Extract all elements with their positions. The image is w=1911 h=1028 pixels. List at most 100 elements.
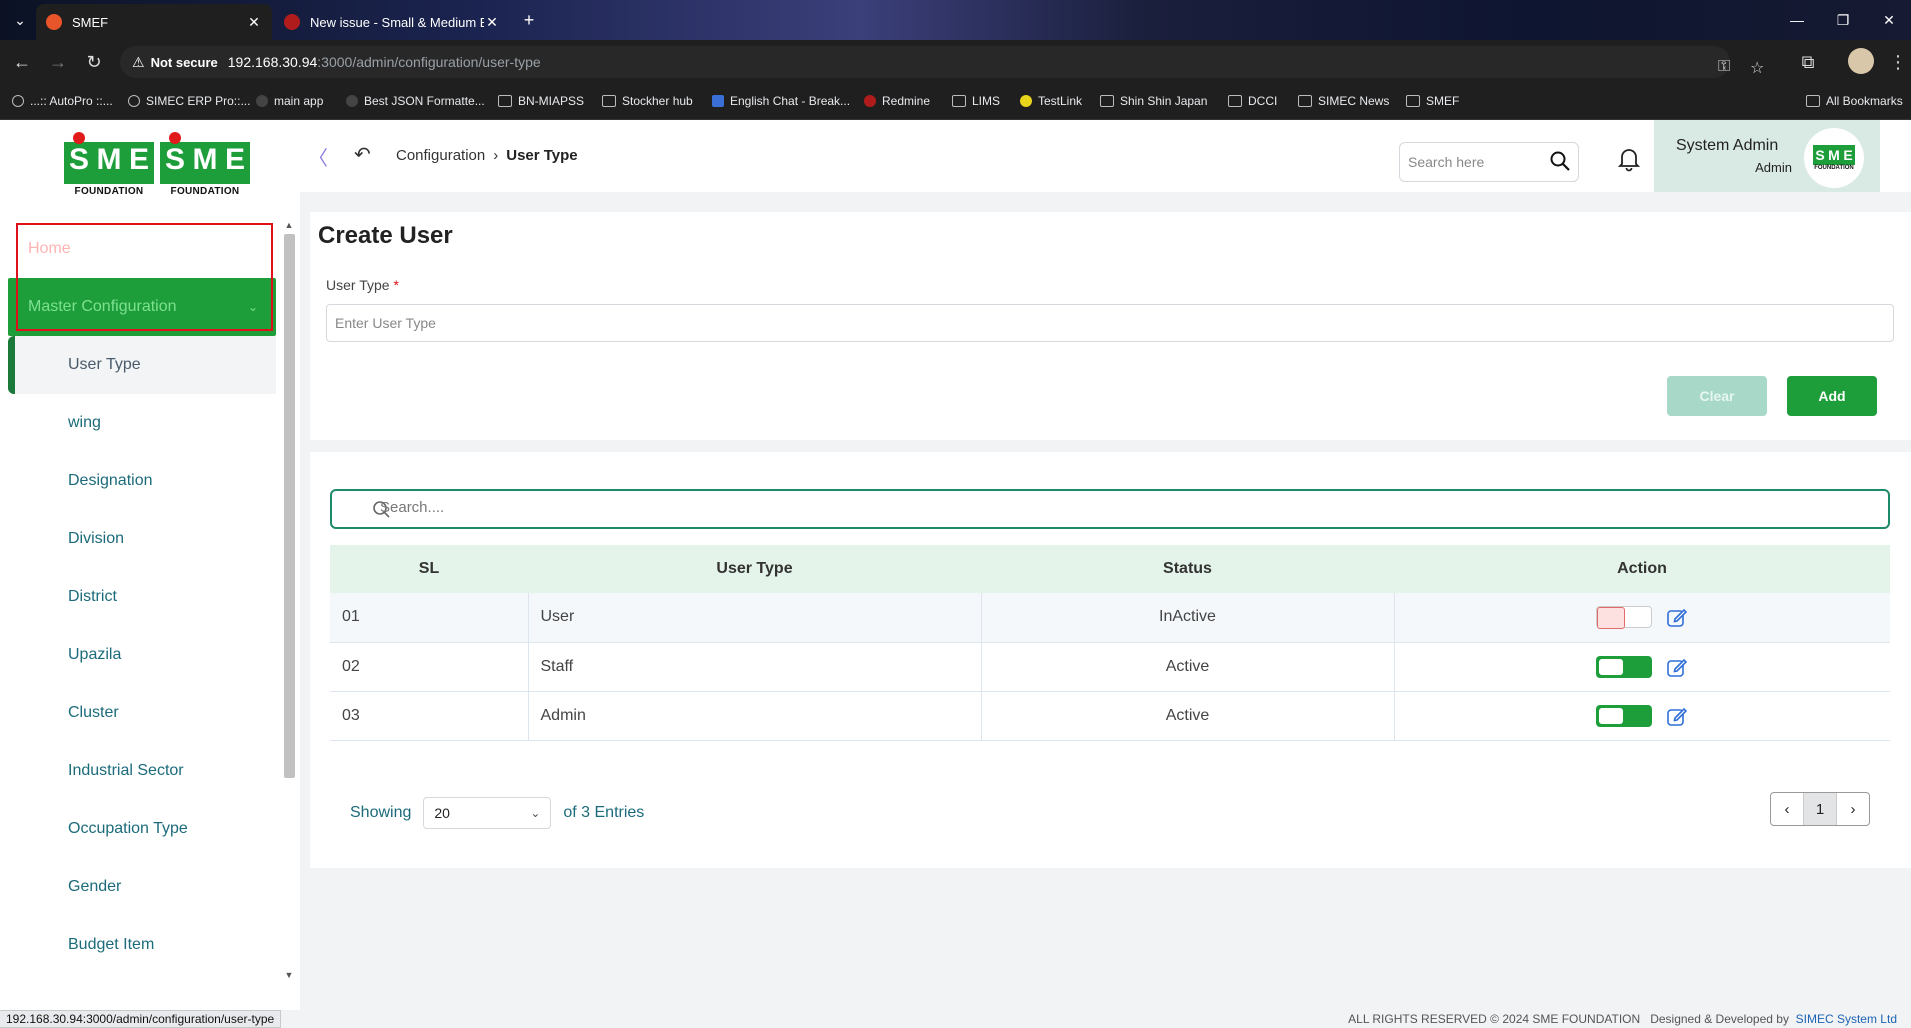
scroll-thumb[interactable] bbox=[284, 234, 295, 778]
sidebar-item-industrial-sector[interactable]: Industrial Sector bbox=[8, 742, 276, 800]
site-icon bbox=[346, 95, 358, 107]
reload-icon[interactable]: ↻ bbox=[82, 50, 106, 74]
chevron-down-icon: ⌄ bbox=[530, 806, 541, 820]
sidebar: SME FOUNDATION SME FOUNDATION Home Maste… bbox=[0, 120, 300, 1010]
sidebar-item-upazila[interactable]: Upazila bbox=[8, 626, 276, 684]
scroll-up-icon[interactable]: ▲ bbox=[283, 220, 295, 230]
sidebar-item-home[interactable]: Home bbox=[8, 220, 276, 278]
page-number[interactable]: 1 bbox=[1803, 793, 1837, 825]
bookmark-item[interactable]: main app bbox=[256, 94, 323, 108]
sidebar-item-master-configuration[interactable]: Master Configuration ⌄ bbox=[8, 278, 276, 336]
sidebar-item-designation[interactable]: Designation bbox=[8, 452, 276, 510]
globe-icon bbox=[128, 95, 140, 107]
breadcrumb: Configuration › User Type bbox=[396, 147, 578, 164]
next-page-icon[interactable]: › bbox=[1837, 793, 1869, 825]
user-profile-card[interactable]: System Admin Admin SME FOUNDATION bbox=[1654, 120, 1880, 192]
column-header-status[interactable]: Status bbox=[981, 545, 1394, 593]
page-size-select[interactable]: 20 ⌄ bbox=[423, 797, 552, 829]
bookmark-item[interactable]: Best JSON Formatte... bbox=[346, 94, 485, 108]
bookmark-folder[interactable]: DCCI bbox=[1228, 94, 1277, 108]
not-secure-badge[interactable]: ⚠ Not secure bbox=[132, 54, 228, 71]
close-window-icon[interactable]: ✕ bbox=[1866, 0, 1911, 40]
clear-button[interactable]: Clear bbox=[1667, 376, 1767, 416]
password-key-icon[interactable]: ⚿ bbox=[1718, 58, 1730, 76]
folder-icon bbox=[602, 95, 616, 107]
mini-logo-e: E bbox=[1841, 145, 1855, 165]
prev-page-icon[interactable]: ‹ bbox=[1771, 793, 1803, 825]
bell-icon[interactable] bbox=[1618, 146, 1640, 172]
cell-sl: 01 bbox=[330, 593, 528, 643]
bookmark-folder[interactable]: BN-MIAPSS bbox=[498, 94, 584, 108]
close-tab-icon[interactable]: ✕ bbox=[484, 14, 500, 31]
folder-icon bbox=[1100, 95, 1114, 107]
extensions-icon[interactable]: ⧉ bbox=[1796, 50, 1820, 74]
all-bookmarks-folder[interactable]: All Bookmarks bbox=[1806, 94, 1903, 108]
sidebar-scrollbar[interactable]: ▲ ▼ bbox=[282, 220, 296, 982]
browser-tab-smef[interactable]: SMEF ✕ bbox=[36, 4, 272, 40]
new-tab-icon[interactable]: + bbox=[518, 10, 540, 32]
bookmark-star-icon[interactable]: ☆ bbox=[1750, 58, 1764, 78]
status-toggle[interactable] bbox=[1596, 704, 1653, 727]
list-search-input[interactable] bbox=[380, 499, 1780, 516]
forward-arrow-icon[interactable]: → bbox=[46, 50, 70, 74]
avatar[interactable]: SME FOUNDATION bbox=[1804, 128, 1864, 188]
bookmark-item[interactable]: TestLink bbox=[1020, 94, 1082, 108]
bookmark-item[interactable]: English Chat - Break... bbox=[712, 94, 850, 108]
column-header-user-type[interactable]: User Type bbox=[528, 545, 981, 593]
breadcrumb-configuration[interactable]: Configuration bbox=[396, 147, 485, 164]
browser-tab-new-issue[interactable]: New issue - Small & Medium Ent ✕ bbox=[274, 4, 510, 40]
edit-icon[interactable] bbox=[1666, 606, 1688, 628]
restore-icon[interactable]: ❐ bbox=[1820, 0, 1866, 40]
bookmark-label: Stockher hub bbox=[622, 94, 693, 108]
sidebar-item-division[interactable]: Division bbox=[8, 510, 276, 568]
add-button[interactable]: Add bbox=[1787, 376, 1877, 416]
search-icon[interactable] bbox=[1550, 151, 1570, 171]
bookmark-item[interactable]: SIMEC ERP Pro::... bbox=[128, 94, 250, 108]
undo-back-icon[interactable]: ↶ bbox=[354, 142, 371, 167]
tab-title: New issue - Small & Medium Ent bbox=[310, 14, 484, 30]
column-header-sl[interactable]: SL bbox=[330, 545, 528, 593]
url-omnibox[interactable]: ⚠ Not secure 192.168.30.94:3000/admin/con… bbox=[120, 46, 1764, 78]
sidebar-item-district[interactable]: District bbox=[8, 568, 276, 626]
minimize-icon[interactable]: — bbox=[1774, 0, 1820, 40]
bookmark-item[interactable]: ...:: AutoPro ::... bbox=[12, 94, 113, 108]
bookmark-folder[interactable]: Stockher hub bbox=[602, 94, 693, 108]
user-type-label-text: User Type bbox=[326, 277, 390, 293]
bookmark-folder[interactable]: LIMS bbox=[952, 94, 1000, 108]
browser-menu-icon[interactable]: ⋮ bbox=[1886, 50, 1910, 74]
sidebar-item-budget-item[interactable]: Budget Item bbox=[8, 916, 276, 974]
sidebar-item-wing[interactable]: wing bbox=[8, 394, 276, 452]
folder-icon bbox=[1228, 95, 1242, 107]
user-type-input[interactable] bbox=[326, 304, 1894, 342]
bookmark-folder[interactable]: SIMEC News bbox=[1298, 94, 1389, 108]
status-toggle[interactable] bbox=[1596, 606, 1653, 630]
logo-subtitle: FOUNDATION bbox=[170, 186, 240, 197]
bookmark-label: Best JSON Formatte... bbox=[364, 94, 485, 108]
status-toggle[interactable] bbox=[1596, 655, 1653, 678]
sidebar-item-cluster[interactable]: Cluster bbox=[8, 684, 276, 742]
bookmark-folder[interactable]: Shin Shin Japan bbox=[1100, 94, 1207, 108]
header-search-input[interactable] bbox=[1408, 154, 1538, 170]
bookmark-label: Redmine bbox=[882, 94, 931, 108]
testlink-icon bbox=[1020, 95, 1032, 107]
bookmark-folder[interactable]: SMEF bbox=[1406, 94, 1459, 108]
sidebar-item-user-type[interactable]: User Type bbox=[8, 336, 276, 394]
not-secure-label: Not secure bbox=[150, 54, 218, 70]
scroll-down-icon[interactable]: ▼ bbox=[283, 970, 295, 980]
edit-icon[interactable] bbox=[1666, 705, 1688, 727]
developer-link[interactable]: SIMEC System Ltd bbox=[1796, 1012, 1897, 1026]
cell-sl: 03 bbox=[330, 691, 528, 741]
sme-foundation-logo[interactable]: SME FOUNDATION SME FOUNDATION bbox=[64, 132, 250, 197]
close-tab-icon[interactable]: ✕ bbox=[246, 14, 262, 31]
collapse-sidebar-icon[interactable]: 〈 bbox=[308, 142, 328, 171]
tab-search-icon[interactable]: ⌄ bbox=[8, 8, 32, 32]
edit-icon[interactable] bbox=[1666, 656, 1688, 678]
sidebar-item-gender[interactable]: Gender bbox=[8, 858, 276, 916]
bookmark-label: English Chat - Break... bbox=[730, 94, 851, 108]
bookmark-item[interactable]: Redmine bbox=[864, 94, 930, 108]
cell-status: Active bbox=[980, 642, 1394, 692]
back-arrow-icon[interactable]: ← bbox=[10, 50, 34, 74]
sidebar-item-occupation-type[interactable]: Occupation Type bbox=[8, 800, 276, 858]
logo-mark: SME bbox=[160, 132, 250, 184]
profile-avatar[interactable] bbox=[1848, 48, 1874, 74]
